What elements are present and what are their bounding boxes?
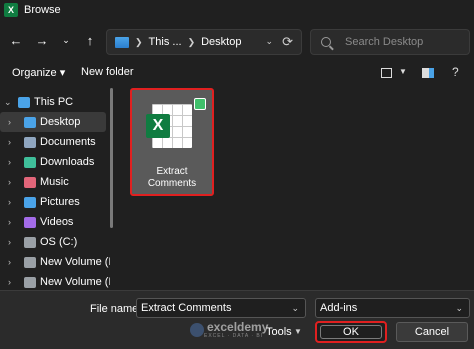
excel-app-icon: X	[4, 3, 18, 17]
chevron-right-icon[interactable]: ›	[8, 157, 11, 167]
sidebar-item-downloads[interactable]: › Downloads	[0, 152, 106, 172]
view-options-icon[interactable]	[381, 68, 392, 78]
arrow-right-icon: →	[35, 32, 49, 48]
breadcrumb-this-pc[interactable]: This ...	[149, 36, 182, 48]
file-name-label: File name:	[90, 303, 142, 315]
sidebar-item-label: OS (C:)	[40, 236, 78, 248]
preview-pane-icon[interactable]	[422, 68, 434, 78]
focus-ring	[320, 325, 382, 339]
chevron-right-icon[interactable]: ›	[8, 117, 11, 127]
chevron-right-icon[interactable]: ›	[8, 177, 11, 187]
watermark-brand: exceldemy	[207, 320, 269, 334]
chevron-right-icon[interactable]: ›	[8, 257, 11, 267]
drive-icon	[24, 236, 36, 248]
sidebar-item-label: This PC	[34, 96, 74, 108]
sidebar-item-label: Music	[40, 176, 69, 188]
breadcrumb-chevron-icon: ❯	[187, 36, 196, 47]
checkbox-icon[interactable]	[194, 98, 206, 110]
recent-locations-button[interactable]: ⌄	[56, 30, 76, 50]
exceldemy-logo-icon	[190, 323, 204, 337]
forward-button[interactable]: →	[32, 30, 52, 50]
exceldemy-watermark: exceldemy EXCEL · DATA · BI	[190, 321, 268, 339]
sidebar-item-label: New Volume (D	[40, 256, 110, 268]
chevron-down-icon[interactable]: ▼	[294, 327, 302, 336]
back-button[interactable]: ←	[6, 30, 26, 50]
monitor-icon	[18, 96, 30, 108]
address-dropdown-icon[interactable]: ⌄	[265, 36, 273, 47]
chevron-down-icon: ⌄	[62, 34, 70, 45]
sidebar-item-os-c[interactable]: › OS (C:)	[0, 232, 106, 252]
chevron-down-icon[interactable]: ⌄	[455, 299, 463, 317]
sidebar-item-documents[interactable]: › Documents	[0, 132, 106, 152]
refresh-icon[interactable]: ⟳	[282, 34, 293, 50]
file-type-select[interactable]: Add-ins ⌄	[315, 298, 470, 318]
file-name-field[interactable]: Extract Comments ⌄	[136, 298, 306, 318]
drive-icon	[24, 276, 36, 288]
desktop-folder-icon	[24, 116, 36, 128]
organize-menu[interactable]: Organize ▾	[12, 66, 65, 79]
videos-icon	[24, 216, 36, 228]
chevron-right-icon[interactable]: ›	[8, 197, 11, 207]
watermark-tagline: EXCEL · DATA · BI	[204, 333, 264, 339]
chevron-right-icon[interactable]: ›	[8, 277, 11, 287]
sidebar-item-label: New Volume (E	[40, 276, 110, 288]
navigation-bar: ← → ⌄ ↑ ❯ This ... ❯ Desktop ⌄ ⟳ Search …	[0, 20, 474, 62]
sidebar-item-videos[interactable]: › Videos	[0, 212, 106, 232]
pictures-icon	[24, 196, 36, 208]
arrow-up-icon: ↑	[86, 32, 94, 48]
documents-icon	[24, 136, 36, 148]
command-bar: Organize ▾ New folder ▼ ?	[0, 62, 474, 86]
sidebar-item-label: Videos	[40, 216, 74, 228]
sidebar-item-label: Pictures	[40, 196, 80, 208]
cancel-button[interactable]: Cancel	[396, 322, 468, 342]
file-name-value: Extract Comments	[141, 302, 232, 314]
navigation-pane: ⌄ This PC › Desktop › Documents › Downloads › Mus…	[0, 86, 110, 290]
up-button[interactable]: ↑	[80, 30, 100, 50]
breadcrumb-desktop[interactable]: Desktop	[201, 36, 241, 48]
chevron-right-icon[interactable]: ›	[8, 237, 11, 247]
sidebar-item-pictures[interactable]: › Pictures	[0, 192, 106, 212]
tools-menu[interactable]: Tools	[266, 326, 292, 338]
file-name-label: Extract Comments	[147, 166, 197, 189]
chevron-right-icon[interactable]: ›	[8, 217, 11, 227]
file-list: X Extract Comments	[120, 86, 474, 290]
scrollbar-thumb[interactable]	[110, 88, 113, 228]
sidebar-item-music[interactable]: › Music	[0, 172, 106, 192]
help-icon[interactable]: ?	[452, 65, 459, 79]
drive-icon	[24, 256, 36, 268]
folder-icon	[115, 36, 129, 48]
sidebar-item-desktop[interactable]: › Desktop	[0, 112, 106, 132]
sidebar-item-new-volume-d[interactable]: › New Volume (D	[0, 252, 110, 272]
chevron-down-icon[interactable]: ⌄	[4, 97, 12, 108]
title-bar: X Browse	[0, 0, 474, 20]
chevron-right-icon[interactable]: ›	[8, 137, 11, 147]
sidebar-scrollbar[interactable]	[110, 88, 114, 288]
excel-x-icon: X	[146, 114, 170, 138]
file-type-value: Add-ins	[320, 302, 358, 314]
sidebar-item-label: Downloads	[40, 156, 95, 168]
sidebar-item-label: Documents	[40, 136, 96, 148]
address-bar[interactable]: ❯ This ... ❯ Desktop ⌄ ⟳	[106, 29, 302, 55]
cancel-label: Cancel	[414, 326, 450, 338]
music-icon	[24, 176, 36, 188]
sidebar-item-this-pc[interactable]: ⌄ This PC	[0, 92, 106, 112]
ok-button[interactable]: OK	[315, 321, 387, 343]
sidebar-item-new-volume-e[interactable]: › New Volume (E	[0, 272, 110, 290]
chevron-down-icon[interactable]: ⌄	[291, 299, 299, 317]
arrow-left-icon: ←	[9, 32, 23, 48]
excel-file-icon: X	[146, 98, 206, 148]
sidebar-item-label: Desktop	[40, 116, 81, 128]
dialog-footer: File name: Extract Comments ⌄ Add-ins ⌄ …	[0, 290, 474, 349]
chevron-down-icon[interactable]: ▼	[399, 67, 407, 76]
search-input[interactable]: Search Desktop	[345, 36, 423, 48]
file-item-extract-comments[interactable]: X Extract Comments	[130, 88, 214, 196]
downloads-icon	[24, 156, 36, 168]
window-title: Browse	[24, 4, 61, 16]
breadcrumb-chevron-icon: ❯	[135, 36, 143, 47]
search-box[interactable]: Search Desktop	[310, 29, 470, 55]
new-folder-button[interactable]: New folder	[81, 66, 134, 78]
search-icon	[321, 37, 331, 47]
